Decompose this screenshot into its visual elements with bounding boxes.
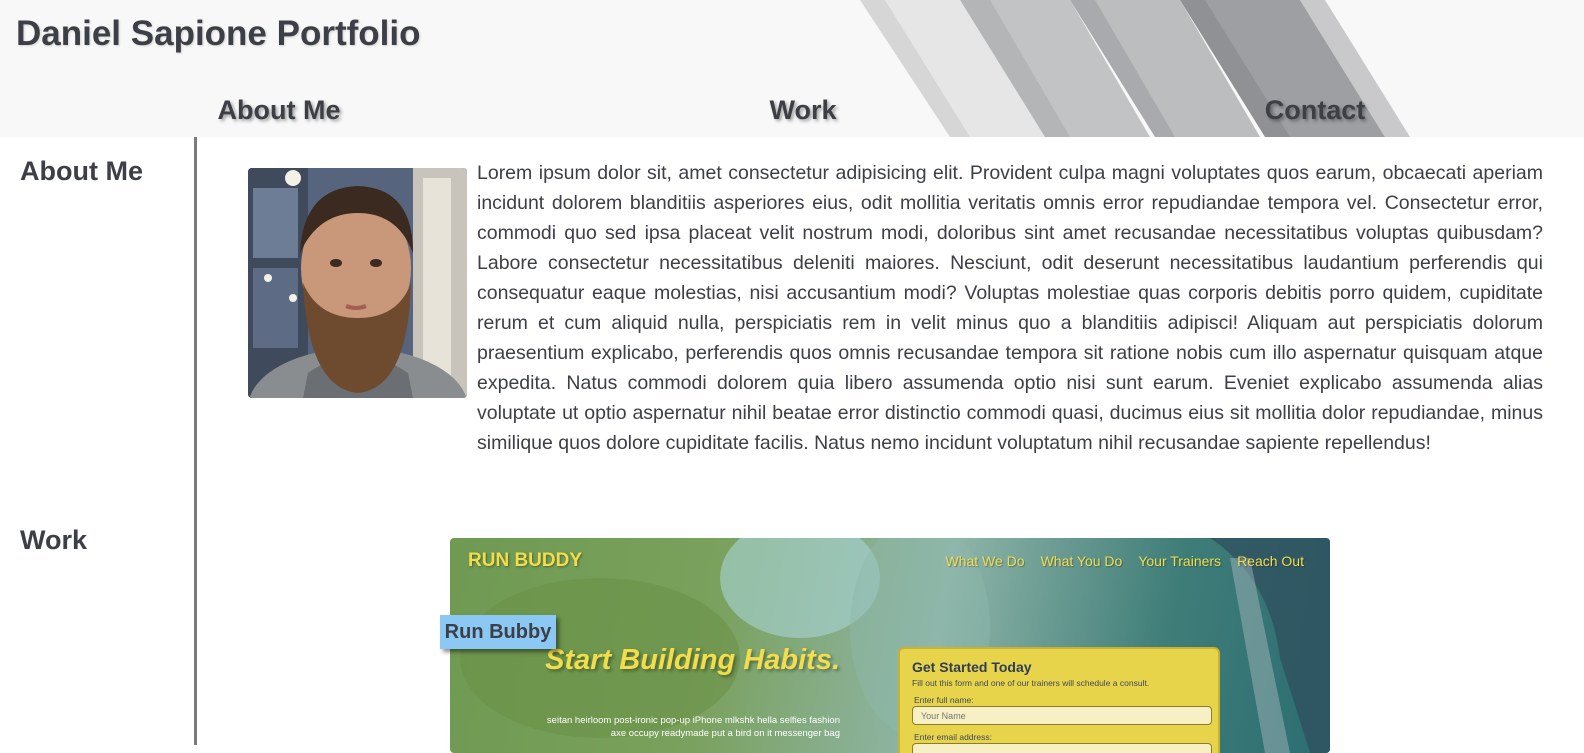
- project-hero-copy: seitan heirloom post-ironic pop-up iPhon…: [546, 715, 840, 739]
- name-label: Enter full name:: [914, 695, 974, 705]
- email-label: Enter email address:: [914, 732, 992, 742]
- project-nav: What We Do What You Do Your Trainers Rea…: [945, 553, 1304, 569]
- form-title: Get Started Today: [912, 659, 1032, 675]
- project-hero-heading: Start Building Habits.: [545, 644, 840, 676]
- project-nav-your-trainers[interactable]: Your Trainers: [1138, 553, 1221, 569]
- about-heading: About Me: [20, 156, 143, 186]
- project-signup-form: Get Started Today Fill out this form and…: [898, 647, 1220, 753]
- nav-link-work[interactable]: Work: [769, 95, 836, 126]
- profile-photo-image: [248, 168, 467, 398]
- form-subtitle: Fill out this form and one of our traine…: [912, 678, 1150, 688]
- project-nav-what-you-do[interactable]: What You Do: [1041, 553, 1123, 569]
- about-bio: Lorem ipsum dolor sit, amet consectetur …: [477, 162, 1543, 454]
- nav-link-contact[interactable]: Contact: [1265, 95, 1366, 126]
- nav-link-about-me[interactable]: About Me: [218, 95, 341, 126]
- site-title: Daniel Sapione Portfolio: [16, 14, 421, 53]
- section-divider: [194, 137, 197, 745]
- project-run-buddy-card[interactable]: RUN BUDDY What We Do What You Do Your Tr…: [450, 538, 1330, 753]
- profile-photo: [248, 168, 467, 398]
- site-header: Daniel Sapione Portfolio About Me Work C…: [0, 0, 1584, 137]
- project-nav-what-we-do[interactable]: What We Do: [945, 553, 1024, 569]
- project-brand: RUN BUDDY: [468, 550, 582, 571]
- project-nav-reach-out[interactable]: Reach Out: [1237, 553, 1304, 569]
- name-input[interactable]: [912, 706, 1212, 725]
- project-title-badge[interactable]: Run Bubby: [440, 615, 556, 649]
- work-heading: Work: [20, 525, 88, 555]
